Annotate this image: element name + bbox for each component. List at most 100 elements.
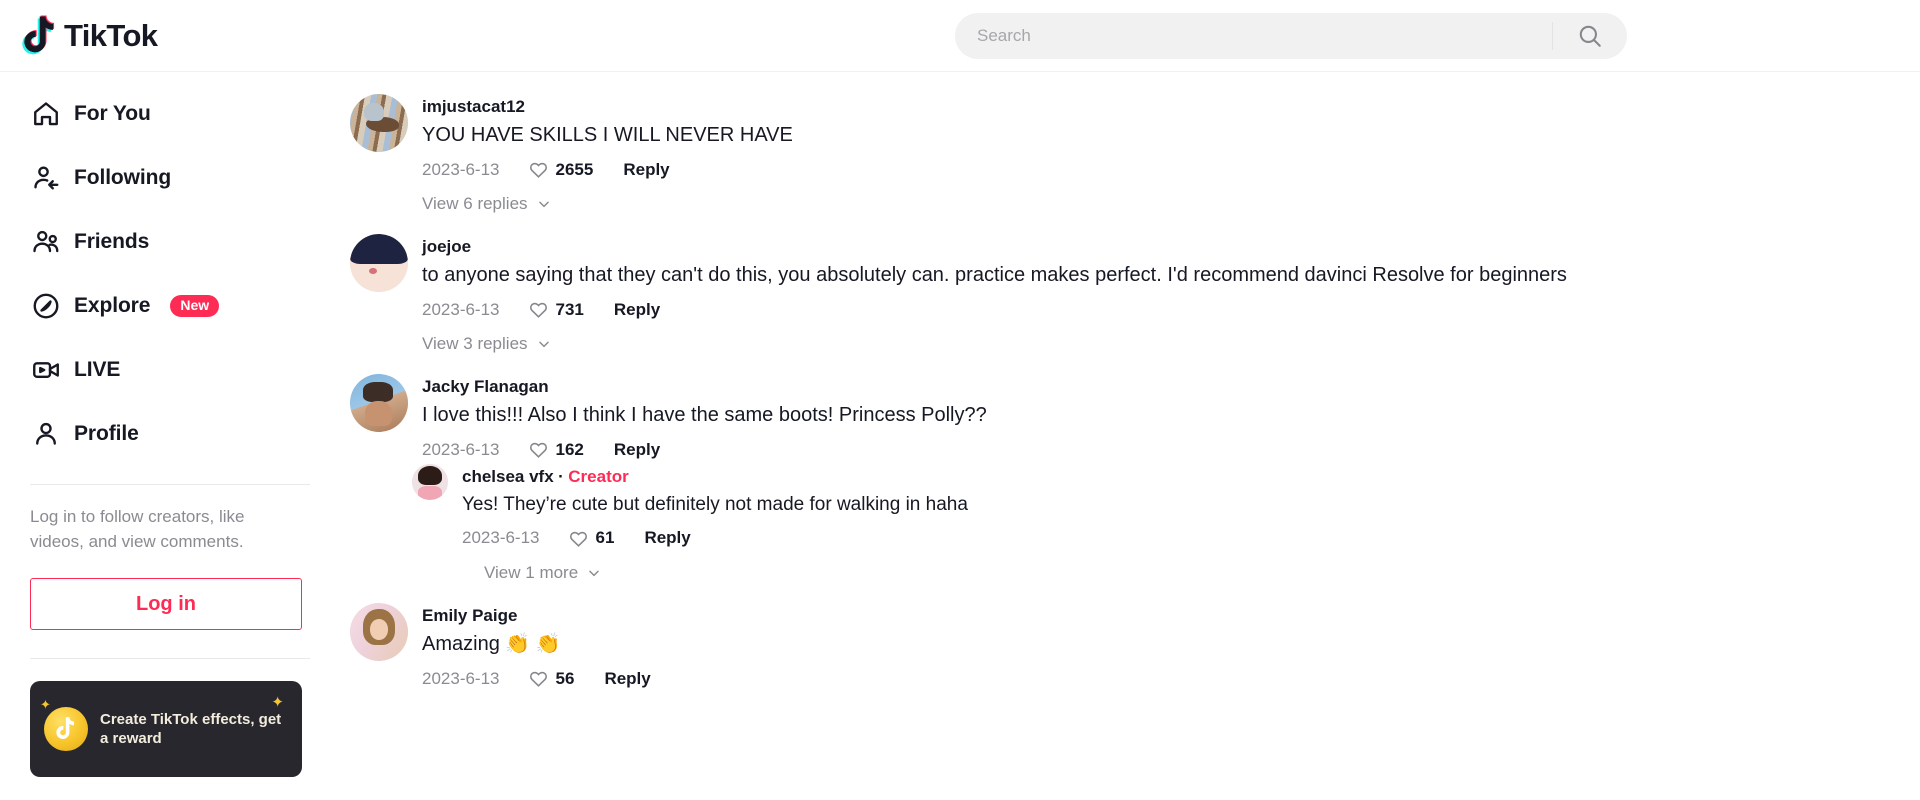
reply-button[interactable]: Reply — [614, 300, 660, 320]
compass-icon — [30, 290, 62, 322]
reply-button[interactable]: Reply — [604, 669, 650, 689]
like-button[interactable]: 61 — [568, 528, 615, 549]
creator-badge: Creator — [568, 467, 629, 487]
search-bar[interactable] — [955, 13, 1627, 59]
comment-username[interactable]: chelsea vfx — [462, 467, 554, 486]
view-replies-button[interactable]: View 6 replies — [422, 194, 1880, 214]
sidebar-divider-2 — [30, 658, 310, 660]
search-button[interactable] — [1553, 13, 1627, 59]
like-button[interactable]: 2655 — [528, 159, 594, 180]
avatar[interactable] — [350, 374, 408, 433]
heart-icon — [529, 302, 547, 319]
comment-item: Emily Paige Amazing 👏 👏 2023-6-13 56 Rep… — [350, 602, 1880, 689]
avatar[interactable] — [350, 94, 408, 152]
chevron-down-icon — [589, 570, 599, 576]
sidebar-label-live: LIVE — [74, 358, 121, 381]
like-button[interactable]: 162 — [528, 439, 584, 460]
comment-date: 2023-6-13 — [422, 299, 500, 319]
create-effects-promo-card[interactable]: ✦ ✦ Create TikTok effects, get a reward — [30, 681, 302, 778]
sidebar-item-for-you[interactable]: For You — [24, 82, 316, 146]
user-icon — [30, 418, 62, 450]
view-replies-label: View 6 replies — [422, 194, 528, 214]
avatar[interactable] — [350, 602, 408, 661]
comment-date: 2023-6-13 — [422, 439, 500, 459]
comment-meta: 2023-6-13 2655 Reply — [422, 159, 1880, 180]
avatar[interactable] — [350, 234, 408, 293]
sidebar-label-following: Following — [74, 166, 172, 189]
comment-username[interactable]: Jacky Flanagan — [422, 377, 549, 396]
like-count: 731 — [555, 299, 584, 319]
comment-meta: 2023-6-13 162 Reply — [422, 439, 1880, 460]
sparkle-icon-right: ✦ — [271, 694, 284, 712]
sparkle-icon-left: ✦ — [40, 697, 51, 713]
home-icon — [30, 98, 62, 130]
like-count: 56 — [555, 668, 575, 688]
user-follow-icon — [30, 162, 62, 194]
tiktok-note-icon — [22, 15, 55, 54]
view-more-label: View 1 more — [484, 562, 579, 582]
comment-date: 2023-6-13 — [462, 528, 540, 548]
sidebar-item-friends[interactable]: Friends — [24, 210, 316, 274]
comment-text: YOU HAVE SKILLS I WILL NEVER HAVE — [422, 124, 793, 147]
sidebar-divider — [30, 484, 310, 485]
comment-item: joejoe to anyone saying that they can't … — [350, 234, 1880, 320]
view-more-button[interactable]: View 1 more — [484, 563, 1880, 583]
name-separator: · — [558, 467, 564, 487]
coin-tiktok-icon — [44, 707, 88, 752]
users-icon — [30, 226, 62, 258]
like-count: 61 — [595, 528, 615, 548]
like-button[interactable]: 731 — [528, 299, 584, 320]
comment-date: 2023-6-13 — [422, 159, 500, 179]
comment-meta: 2023-6-13 61 Reply — [462, 528, 1880, 549]
sidebar-label-for-you: For You — [74, 102, 151, 125]
comment-date: 2023-6-13 — [422, 668, 500, 688]
new-badge: New — [170, 294, 220, 318]
sidebar-label-profile: Profile — [74, 422, 139, 445]
reply-button[interactable]: Reply — [614, 440, 660, 460]
comment-text: to anyone saying that they can't do this… — [422, 264, 1567, 287]
tiktok-page: TikTok For You — [0, 0, 1920, 800]
view-replies-label: View 3 replies — [422, 334, 528, 354]
comment-item: Jacky Flanagan I love this!!! Also I thi… — [350, 374, 1880, 460]
sidebar-item-explore[interactable]: Explore New — [24, 274, 316, 338]
comments-list: imjustacat12 YOU HAVE SKILLS I WILL NEVE… — [340, 72, 1920, 800]
heart-icon — [529, 162, 547, 178]
chevron-down-icon — [538, 341, 549, 348]
heart-icon — [529, 443, 547, 459]
search-input[interactable] — [955, 26, 1552, 46]
comment-meta: 2023-6-13 56 Reply — [422, 668, 1880, 689]
comment-username[interactable]: imjustacat12 — [422, 97, 525, 116]
login-button[interactable]: Log in — [30, 578, 302, 631]
sidebar-label-friends: Friends — [74, 230, 150, 253]
comment-item: imjustacat12 YOU HAVE SKILLS I WILL NEVE… — [350, 94, 1880, 180]
search-icon — [1579, 25, 1601, 47]
promo-text: Create TikTok effects, get a reward — [100, 710, 282, 748]
login-prompt-text: Log in to follow creators, like videos, … — [30, 507, 245, 551]
comment-username[interactable]: joejoe — [422, 237, 471, 256]
heart-icon — [529, 671, 547, 687]
comment-text: Amazing 👏 👏 — [422, 633, 561, 656]
brand-name: TikTok — [64, 17, 158, 53]
comment-reply-item: chelsea vfx · Creator Yes! They’re cute … — [412, 464, 1880, 549]
view-replies-button[interactable]: View 3 replies — [422, 334, 1880, 354]
tiktok-logo[interactable]: TikTok — [22, 15, 158, 57]
sidebar-item-profile[interactable]: Profile — [24, 402, 316, 466]
sidebar-label-explore: Explore — [74, 294, 151, 317]
top-header: TikTok — [0, 0, 1920, 72]
sidebar-item-following[interactable]: Following — [24, 146, 316, 210]
reply-button[interactable]: Reply — [644, 528, 690, 548]
like-count: 162 — [555, 439, 584, 459]
like-button[interactable]: 56 — [528, 668, 575, 689]
comment-reply-header: chelsea vfx · Creator — [462, 466, 1880, 488]
avatar[interactable] — [412, 464, 448, 501]
sidebar-nav: For You Following Friends Explore New LI… — [0, 72, 340, 800]
comment-text: I love this!!! Also I think I have the s… — [422, 404, 987, 427]
comment-text: Yes! They’re cute but definitely not mad… — [462, 494, 968, 516]
comment-username[interactable]: Emily Paige — [422, 606, 517, 625]
live-video-icon — [30, 354, 62, 386]
reply-button[interactable]: Reply — [623, 160, 669, 180]
heart-icon — [569, 531, 587, 547]
sidebar-item-live[interactable]: LIVE — [24, 338, 316, 402]
comment-meta: 2023-6-13 731 Reply — [422, 299, 1880, 320]
like-count: 2655 — [555, 159, 594, 179]
